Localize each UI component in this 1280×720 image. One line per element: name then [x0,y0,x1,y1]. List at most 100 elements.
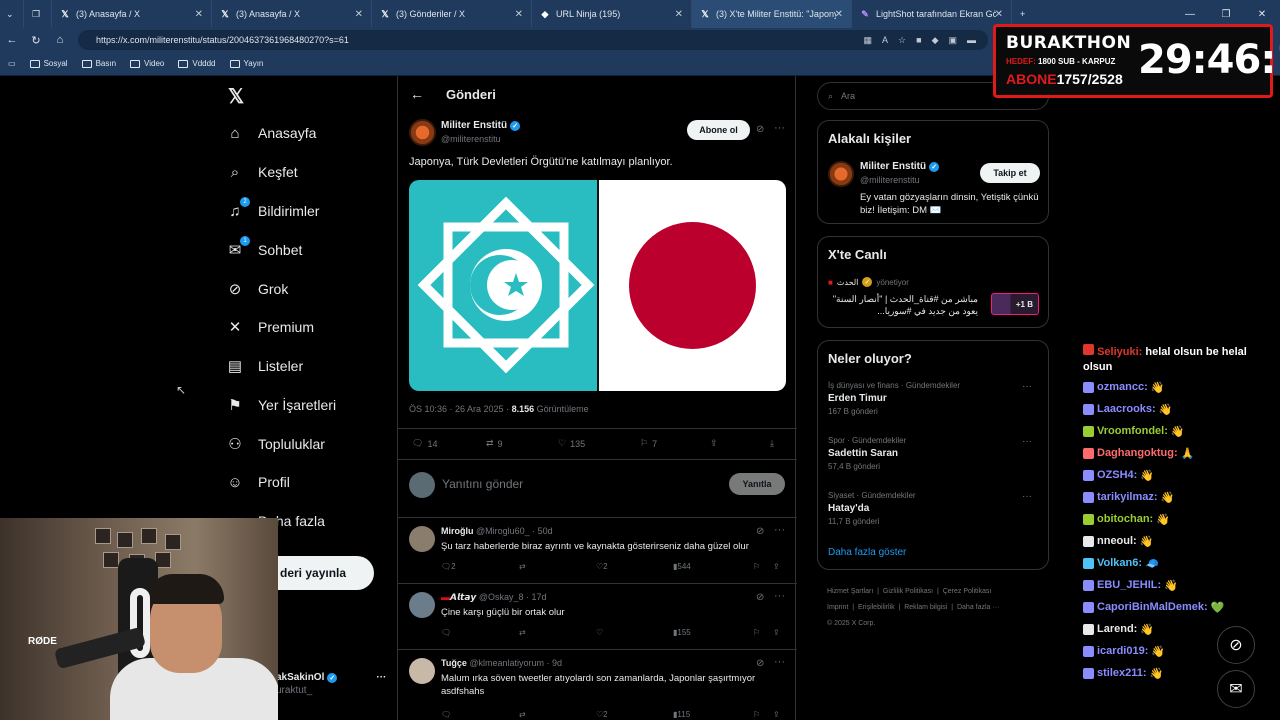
star-icon[interactable]: ☆ [898,35,906,46]
grok-icon[interactable]: ⊘ [756,592,764,603]
nav-item-notifications[interactable]: ♫ 2 Bildirimler [226,197,319,220]
nav-item-profile[interactable]: ☺ Profil [226,473,290,491]
reply-avatar[interactable] [409,592,435,618]
tab-5-active[interactable]: 𝕏 (3) X'te Militer Enstitü: "Japonya, T✕ [692,0,852,28]
reply-item[interactable]: Miroğlu @Miroglu60_ · 50d ⊘ ··· Şu tarz … [398,518,797,584]
bookmark-action[interactable]: ⚐ 7 [640,438,657,449]
reply-avatar[interactable] [409,658,435,684]
grid-icon[interactable]: ▦ [864,35,873,46]
reply-item[interactable]: ▬𝘼𝙡𝙩𝙖𝙮 @Oskay_8 · 17d ⊘ ··· Çine karşı g… [398,584,797,650]
chat-username[interactable]: Larend: [1097,623,1137,635]
grok-icon[interactable]: ⊘ [756,124,764,135]
reply-icon[interactable]: 🗨 [441,710,451,719]
account-switcher[interactable]: akSakinOl ✓ ··· uraktut_ [276,672,386,696]
reply-button[interactable]: Yanıtla [729,473,785,495]
chat-username[interactable]: icardi019: [1097,645,1148,657]
nav-item-grok[interactable]: ⊘ Grok [226,280,289,298]
bookmark-folder[interactable]: Sosyal [29,59,68,68]
messages-float-button[interactable]: ✉ [1217,670,1255,708]
share-icon[interactable]: ⇪ [773,562,780,571]
repost-icon[interactable]: ⇄ [519,628,526,637]
extension-icon[interactable]: ▬ [967,35,976,46]
extension-icon[interactable]: ◆ [932,35,939,46]
nav-item-communities[interactable]: ⚇ Topluluklar [226,435,325,453]
chat-username[interactable]: Seliyuki: [1097,346,1142,358]
more-icon[interactable]: ··· [774,122,785,134]
repost-icon[interactable]: ⇄ [519,710,526,719]
share-icon[interactable]: ⇪ [773,628,780,637]
live-text[interactable]: مباشر من #قناة_الحدث | "أنصار السنة" يعو… [828,293,978,317]
follow-button[interactable]: Takip et [980,163,1040,183]
chat-username[interactable]: CaporiBinMalDemek: [1097,601,1208,613]
grok-float-button[interactable]: ⊘ [1217,626,1255,664]
reply-avatar[interactable] [409,526,435,552]
tab-menu-button[interactable]: ⌄ [0,0,24,28]
views-action[interactable]: ▮ 115 [673,710,690,719]
more-icon[interactable]: ··· [1022,381,1032,392]
related-avatar[interactable] [828,161,854,187]
footer-link[interactable]: Daha fazla ··· [957,604,999,611]
chat-username[interactable]: Vroomfondel: [1097,425,1168,437]
author-handle[interactable]: @militerenstitu [441,134,501,144]
tab-2[interactable]: 𝕏 (3) Anasayfa / X ✕ [212,0,372,28]
footer-link[interactable]: Reklam bilgisi [904,604,947,611]
footer-link[interactable]: Gizlilik Politikası [883,588,933,595]
show-more-link[interactable]: Daha fazla göster [828,547,906,558]
close-icon[interactable]: ✕ [515,9,523,20]
repost-action[interactable]: ⇄ 9 [486,438,503,449]
tab-6[interactable]: ✎ LightShot tarafından Ekran Görünt✕ [852,0,1012,28]
tab-1[interactable]: 𝕏 (3) Anasayfa / X ✕ [52,0,212,28]
bookmark-folder[interactable]: Basın [81,59,116,68]
live-host[interactable]: ■ الحدث ✓ yönetiyor [828,277,909,287]
more-icon[interactable]: ··· [1022,491,1032,502]
subscribe-button[interactable]: Abone ol [687,120,750,140]
extension-icon[interactable]: ■ [916,35,921,46]
chat-username[interactable]: Daghangoktug: [1097,447,1178,459]
reply-icon[interactable]: 🗨 [441,628,451,637]
trend-item[interactable]: Siyaset · Gündemdekiler Hatay'da 11,7 B … [828,491,1040,526]
grok-icon[interactable]: ⊘ [756,526,764,537]
chat-username[interactable]: Volkan6: [1097,557,1142,569]
nav-item-lists[interactable]: ▤ Listeler [226,357,303,375]
repost-icon[interactable]: ⇄ [519,562,526,571]
related-name[interactable]: Militer Enstitü ✓ [860,161,940,172]
url-field[interactable]: https://x.com/militerenstitu/status/2004… [78,30,988,50]
footer-link[interactable]: Erişilebilirlik [858,604,895,611]
back-icon[interactable]: ← [0,28,24,52]
download-icon[interactable]: ⤓ [770,438,774,449]
chat-username[interactable]: obitochan: [1097,513,1153,525]
reply-action[interactable]: 🗨 14 [412,438,437,449]
collections-icon[interactable]: ▭ [8,59,16,68]
reply-input[interactable]: Yanıtını gönder [442,477,523,491]
like-action[interactable]: ♡ 2 [596,710,608,719]
trend-item[interactable]: İş dünyası ve finans · Gündemdekiler Erd… [828,381,1040,416]
bookmark-folder[interactable]: Yayın [229,59,263,68]
nav-item-explore[interactable]: ⌕ Keşfet [226,163,298,181]
more-icon[interactable]: ··· [774,590,785,602]
chat-username[interactable]: EBU_JEHIL: [1097,579,1161,591]
chat-username[interactable]: Laacrooks: [1097,403,1156,415]
nav-item-chat[interactable]: ✉ 1 Sohbet [226,236,302,259]
footer-link[interactable]: Hizmet Şartları [827,588,873,595]
close-icon[interactable]: ✕ [835,9,843,20]
heart-icon[interactable]: ♡ [596,628,603,637]
nav-item-home[interactable]: ⌂ Anasayfa [226,124,316,142]
extension-icon[interactable]: ▣ [948,35,957,46]
reply-action[interactable]: 🗨 2 [441,562,456,571]
author-name[interactable]: Militer Enstitü ✓ [441,120,521,131]
back-arrow-icon[interactable]: ← [410,86,424,102]
tab-3[interactable]: 𝕏 (3) Gönderiler / X ✕ [372,0,532,28]
chat-username[interactable]: stilex211: [1097,667,1147,679]
nav-item-premium[interactable]: ✕ Premium [226,318,314,336]
workspaces-icon[interactable]: ❐ [24,0,52,28]
reply-author-name[interactable]: Tuğçe [441,658,467,668]
footer-link[interactable]: Imprint [827,604,848,611]
read-aloud-icon[interactable]: A [882,35,888,46]
grok-icon[interactable]: ⊘ [756,658,764,669]
share-icon[interactable]: ⇪ [773,710,780,719]
trend-item[interactable]: Spor · Gündemdekiler Sadettin Saran 57,4… [828,436,1040,471]
chat-username[interactable]: ozmancc: [1097,381,1148,393]
close-icon[interactable]: ✕ [195,9,203,20]
refresh-icon[interactable]: ↻ [24,28,48,52]
bookmark-folder[interactable]: Video [130,59,164,68]
